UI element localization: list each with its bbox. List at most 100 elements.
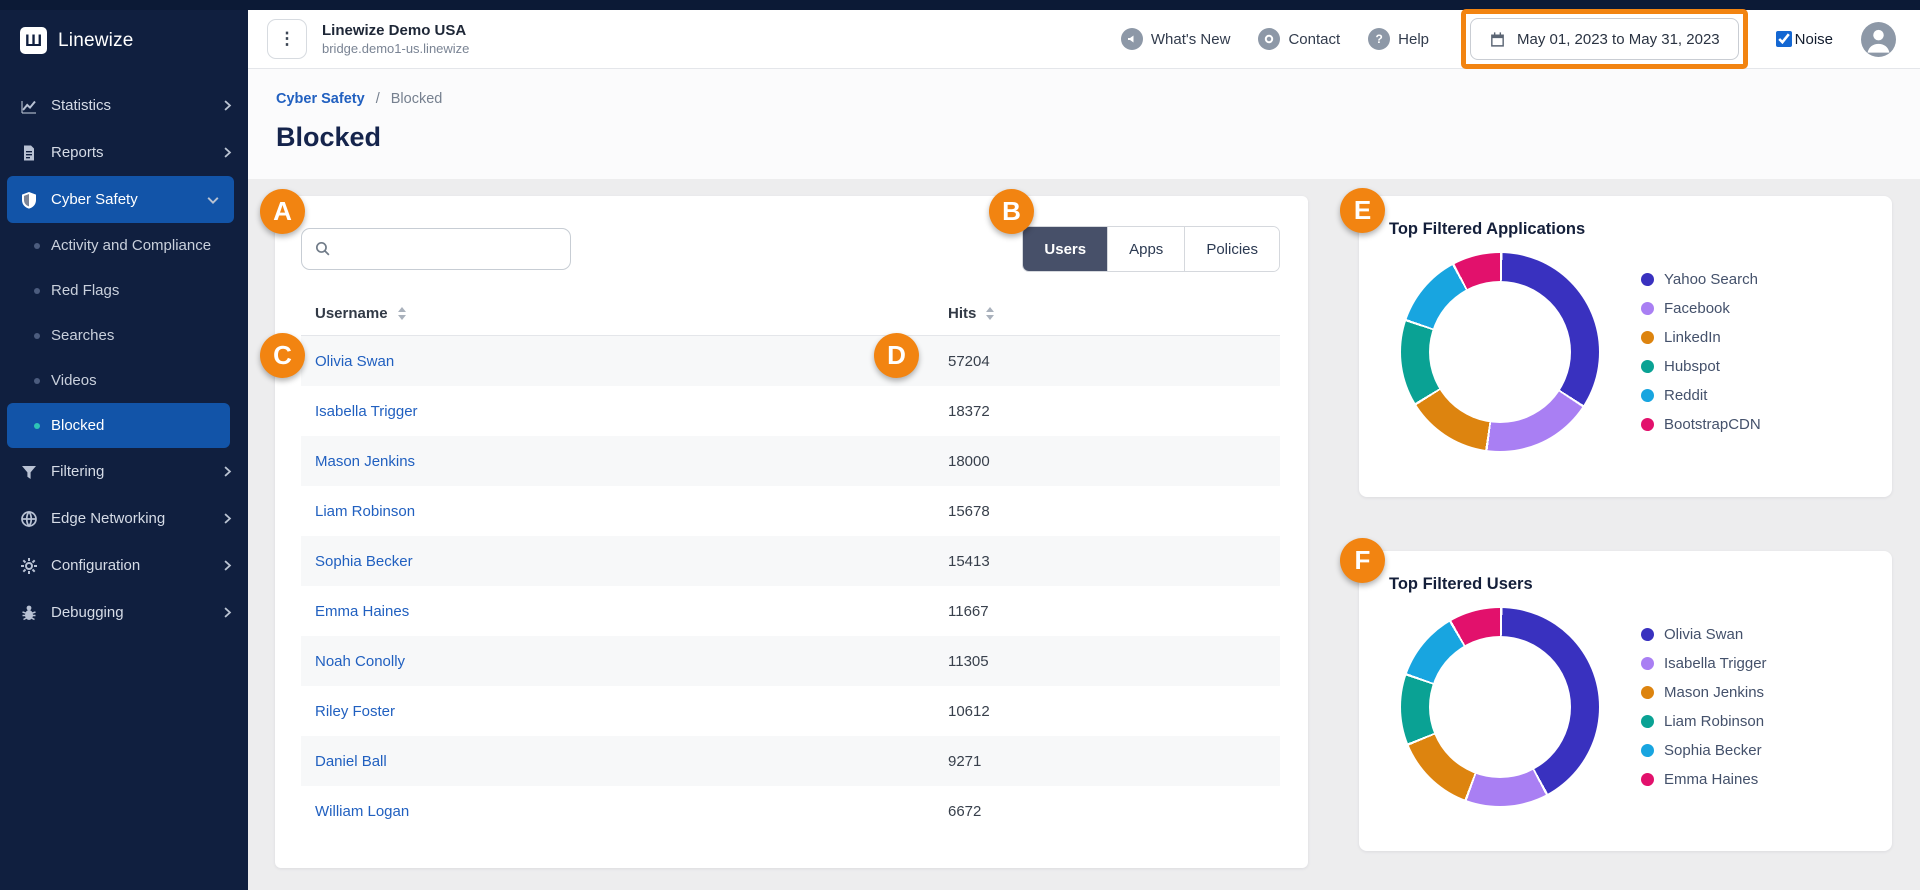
- hits-value: 18000: [948, 452, 990, 470]
- chevron-right-icon: [221, 559, 234, 572]
- applications-donut-chart: [1401, 253, 1599, 451]
- table-row: Riley Foster 10612: [301, 686, 1280, 736]
- tab-apps[interactable]: Apps: [1107, 227, 1185, 271]
- user-avatar-icon[interactable]: [1861, 21, 1896, 57]
- content-region: Users Apps Policies Username Hits Olivia…: [248, 179, 1920, 890]
- column-header-hits[interactable]: Hits: [948, 305, 1280, 322]
- sidebar-subitem-videos[interactable]: Videos: [0, 358, 248, 403]
- hits-value: 15413: [948, 552, 990, 570]
- sidebar-item-filtering[interactable]: Filtering: [0, 448, 248, 495]
- legend-dot-icon: [1641, 331, 1654, 344]
- breadcrumb: Cyber Safety / Blocked: [276, 91, 1920, 107]
- megaphone-icon: [1120, 28, 1143, 50]
- table-row: Isabella Trigger 18372: [301, 386, 1280, 436]
- globe-icon: [20, 510, 38, 528]
- sidebar-nav: Statistics Reports Cyber Safety Activity an…: [0, 68, 248, 636]
- username-link[interactable]: Riley Foster: [315, 703, 948, 720]
- legend-item-emma-haines: Emma Haines: [1641, 771, 1767, 788]
- sidebar-subitem-blocked[interactable]: Blocked: [7, 403, 230, 448]
- username-link[interactable]: Isabella Trigger: [315, 403, 948, 420]
- sidebar-item-statistics[interactable]: Statistics: [0, 82, 248, 129]
- noise-checkbox[interactable]: [1775, 31, 1792, 47]
- bullet-dot-icon: [34, 332, 40, 339]
- chevron-right-icon: [221, 606, 234, 619]
- table-row: Emma Haines 11667: [301, 586, 1280, 636]
- sidebar-subitem-red-flags[interactable]: Red Flags: [0, 268, 248, 313]
- search-input[interactable]: [301, 228, 571, 270]
- username-link[interactable]: Liam Robinson: [315, 503, 948, 520]
- linewize-logo-icon: Ш: [20, 27, 47, 54]
- legend-item-linkedin: LinkedIn: [1641, 329, 1761, 346]
- contact-label: Contact: [1288, 30, 1341, 48]
- chevron-right-icon: [221, 512, 234, 525]
- date-range-picker[interactable]: May 01, 2023 to May 31, 2023: [1470, 18, 1739, 60]
- sidebar-subitem-label: Red Flags: [51, 282, 120, 299]
- legend-label: Hubspot: [1664, 358, 1720, 375]
- username-link[interactable]: Mason Jenkins: [315, 453, 948, 470]
- help-label: Help: [1398, 30, 1429, 48]
- sort-icon[interactable]: [397, 307, 406, 320]
- sidebar-item-label: Filtering: [51, 463, 105, 480]
- username-link[interactable]: Emma Haines: [315, 603, 948, 620]
- legend-dot-icon: [1641, 628, 1654, 641]
- annotation-marker-e: E: [1340, 188, 1385, 233]
- contact-link[interactable]: Contact: [1258, 28, 1340, 50]
- top-filtered-applications-card: Top Filtered Applications Yahoo Search Fa…: [1359, 196, 1892, 497]
- username-link[interactable]: Sophia Becker: [315, 553, 948, 570]
- breadcrumb-cyber-safety-link[interactable]: Cyber Safety: [276, 91, 365, 107]
- sidebar-item-label: Edge Networking: [51, 510, 166, 527]
- whats-new-link[interactable]: What's New: [1120, 28, 1230, 50]
- hits-value: 10612: [948, 702, 990, 720]
- legend-dot-icon: [1641, 389, 1654, 402]
- help-icon: ?: [1368, 28, 1391, 50]
- site-name: Linewize Demo USA: [322, 22, 467, 39]
- brand-logo[interactable]: Ш Linewize: [0, 10, 248, 68]
- sidebar-item-edge-networking[interactable]: Edge Networking: [0, 495, 248, 542]
- site-block: Linewize Demo USA bridge.demo1-us.linewi…: [322, 22, 469, 56]
- username-link[interactable]: Olivia Swan: [315, 353, 948, 370]
- annotation-highlight-box: May 01, 2023 to May 31, 2023: [1461, 9, 1748, 69]
- sidebar-item-configuration[interactable]: Configuration: [0, 542, 248, 589]
- page-title: Blocked: [276, 122, 382, 152]
- chevron-right-icon: [221, 465, 234, 478]
- blocked-table: Username Hits Olivia Swan 57204 Isabella T…: [301, 305, 1280, 836]
- breadcrumb-separator: /: [375, 91, 380, 107]
- username-link[interactable]: Daniel Ball: [315, 753, 948, 770]
- username-link[interactable]: Noah Conolly: [315, 653, 948, 670]
- table-row: William Logan 6672: [301, 786, 1280, 836]
- legend-item-yahoo-search: Yahoo Search: [1641, 271, 1761, 288]
- kebab-menu-button[interactable]: ⋮: [267, 19, 307, 59]
- sidebar-item-cyber-safety[interactable]: Cyber Safety: [7, 176, 234, 223]
- statistics-icon: [20, 97, 38, 115]
- top-header: ⋮ Linewize Demo USA bridge.demo1-us.line…: [248, 9, 1920, 69]
- username-link[interactable]: William Logan: [315, 803, 948, 820]
- legend-label: BootstrapCDN: [1664, 416, 1761, 433]
- search-wrap: [301, 228, 571, 270]
- legend-item-reddit: Reddit: [1641, 387, 1761, 404]
- bullet-dot-icon: [34, 242, 40, 249]
- hits-value: 9271: [948, 752, 982, 770]
- sidebar-item-label: Debugging: [51, 604, 124, 621]
- tab-users[interactable]: Users: [1023, 227, 1108, 271]
- reports-icon: [20, 144, 38, 162]
- chevron-right-icon: [221, 146, 234, 159]
- hits-value: 15678: [948, 502, 990, 520]
- legend-dot-icon: [1641, 418, 1654, 431]
- legend-label: Sophia Becker: [1664, 742, 1762, 759]
- legend-item-olivia-swan: Olivia Swan: [1641, 626, 1767, 643]
- bullet-dot-icon: [34, 422, 40, 429]
- sidebar-item-debugging[interactable]: Debugging: [0, 589, 248, 636]
- filter-icon: [20, 463, 38, 481]
- sidebar-item-reports[interactable]: Reports: [0, 129, 248, 176]
- help-link[interactable]: ? Help: [1368, 28, 1429, 50]
- sidebar-subitem-activity-and-compliance[interactable]: Activity and Compliance: [0, 223, 248, 268]
- chart-title: Top Filtered Applications: [1389, 220, 1586, 238]
- column-header-username[interactable]: Username: [315, 305, 948, 322]
- sidebar-subitem-label: Blocked: [51, 417, 105, 434]
- legend-label: LinkedIn: [1664, 329, 1721, 346]
- chart-title: Top Filtered Users: [1389, 575, 1533, 593]
- legend-label: Liam Robinson: [1664, 713, 1765, 730]
- tab-policies[interactable]: Policies: [1184, 227, 1279, 271]
- sidebar-subitem-searches[interactable]: Searches: [0, 313, 248, 358]
- sort-icon[interactable]: [986, 307, 995, 320]
